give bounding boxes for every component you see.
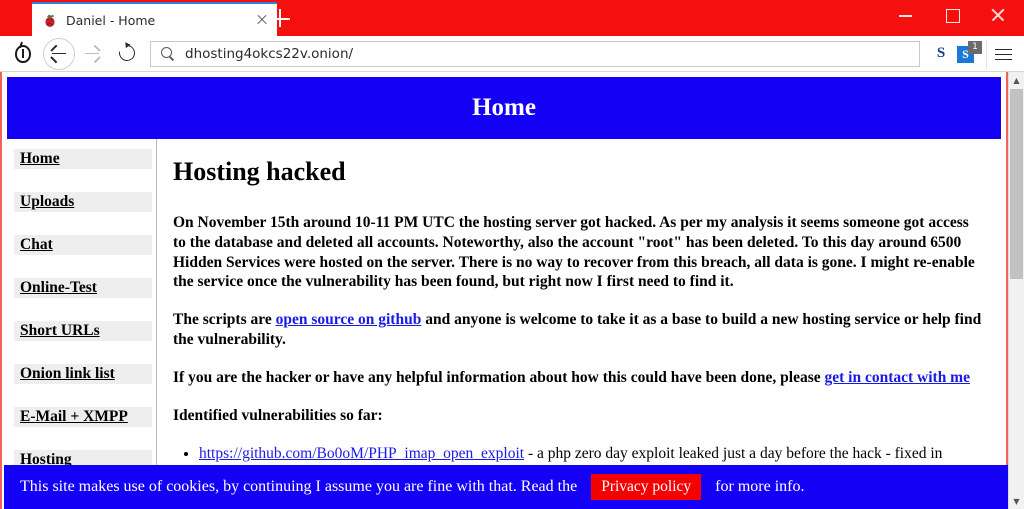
extension-icon-noscript[interactable]: S 1 bbox=[954, 39, 986, 69]
raspberry-favicon-icon bbox=[42, 12, 58, 28]
extension-s-label: S bbox=[936, 45, 946, 61]
url-text: dhosting4okcs22v.onion/ bbox=[185, 45, 354, 62]
content-paragraph-2: The scripts are open source on github an… bbox=[173, 310, 982, 350]
page-title: Home bbox=[7, 77, 1001, 139]
scroll-down-icon[interactable]: ▼ bbox=[1009, 493, 1024, 509]
page-viewport: Home Home Uploads Chat Online-Test Short… bbox=[0, 72, 1024, 509]
exploit-link[interactable]: https://github.com/Bo0oM/PHP_imap_open_e… bbox=[199, 445, 524, 462]
reload-button[interactable] bbox=[110, 37, 144, 71]
tab-strip: Daniel - Home bbox=[0, 0, 1024, 36]
navigation-toolbar: dhosting4okcs22v.onion/ S S 1 bbox=[0, 36, 1024, 72]
browser-tab[interactable]: Daniel - Home bbox=[32, 2, 277, 36]
forward-button bbox=[76, 37, 110, 71]
content-paragraph-4: Identified vulnerabilities so far: bbox=[173, 406, 383, 424]
sidebar-link-chat[interactable]: Chat bbox=[20, 236, 53, 253]
address-bar[interactable]: dhosting4okcs22v.onion/ bbox=[150, 40, 920, 67]
privacy-policy-button[interactable]: Privacy policy bbox=[591, 474, 702, 500]
list-item-text: - a php zero day exploit leaked just a d… bbox=[524, 444, 943, 462]
content-heading: Hosting hacked bbox=[173, 157, 346, 186]
sidebar-item-home[interactable]: Home bbox=[14, 149, 152, 169]
scroll-up-icon[interactable]: ▲ bbox=[1009, 72, 1024, 88]
extension-badge-count: 1 bbox=[968, 40, 982, 54]
onion-icon[interactable] bbox=[6, 37, 40, 71]
sidebar-link-home[interactable]: Home bbox=[20, 150, 60, 167]
sidebar-item-email-xmpp[interactable]: E-Mail + XMPP bbox=[14, 407, 152, 427]
sidebar-nav: Home Uploads Chat Online-Test Short URLs bbox=[2, 139, 157, 509]
browser-window: Daniel - Home dhosting4okcs22v.onion/ S bbox=[0, 0, 1024, 509]
sidebar-link-uploads[interactable]: Uploads bbox=[20, 193, 74, 210]
sidebar-item-onion-link-list[interactable]: Onion link list bbox=[14, 364, 152, 384]
sidebar-link-online-test[interactable]: Online-Test bbox=[20, 279, 97, 296]
page-scrollbar[interactable]: ▲ ▼ bbox=[1008, 72, 1024, 509]
content-paragraph-1: On November 15th around 10-11 PM UTC the… bbox=[173, 214, 975, 291]
window-maximize-button[interactable] bbox=[930, 0, 974, 30]
cookie-banner: This site makes use of cookies, by conti… bbox=[4, 465, 1008, 509]
paragraph-2-pre: The scripts are bbox=[173, 311, 276, 329]
sidebar-item-online-test[interactable]: Online-Test bbox=[14, 278, 152, 298]
contact-link[interactable]: get in contact with me bbox=[824, 369, 970, 386]
sidebar-item-short-urls[interactable]: Short URLs bbox=[14, 321, 152, 341]
new-tab-button[interactable] bbox=[266, 4, 294, 32]
back-button[interactable] bbox=[42, 37, 76, 71]
hamburger-menu-icon[interactable] bbox=[986, 38, 1018, 69]
page-body: Home Uploads Chat Online-Test Short URLs bbox=[2, 139, 1006, 509]
sidebar-link-short-urls[interactable]: Short URLs bbox=[20, 322, 100, 339]
sidebar-item-chat[interactable]: Chat bbox=[14, 235, 152, 255]
extension-icon-s[interactable]: S bbox=[928, 39, 954, 69]
web-page: Home Home Uploads Chat Online-Test Short… bbox=[0, 72, 1008, 509]
github-source-link[interactable]: open source on github bbox=[276, 311, 422, 328]
scrollbar-thumb[interactable] bbox=[1010, 89, 1023, 279]
cookie-text-post: for more info. bbox=[715, 478, 805, 495]
cookie-text-pre: This site makes use of cookies, by conti… bbox=[20, 478, 578, 495]
main-content: Hosting hacked On November 15th around 1… bbox=[157, 139, 1006, 509]
paragraph-3-pre: If you are the hacker or have any helpfu… bbox=[173, 368, 825, 386]
search-icon bbox=[161, 46, 175, 61]
sidebar-link-email-xmpp[interactable]: E-Mail + XMPP bbox=[20, 408, 128, 425]
window-close-button[interactable] bbox=[976, 0, 1020, 30]
sidebar-link-onion-link-list[interactable]: Onion link list bbox=[20, 365, 115, 382]
tab-title: Daniel - Home bbox=[66, 12, 156, 28]
window-minimize-button[interactable] bbox=[884, 0, 928, 30]
content-paragraph-3: If you are the hacker or have any helpfu… bbox=[173, 368, 982, 388]
sidebar-item-uploads[interactable]: Uploads bbox=[14, 192, 152, 212]
